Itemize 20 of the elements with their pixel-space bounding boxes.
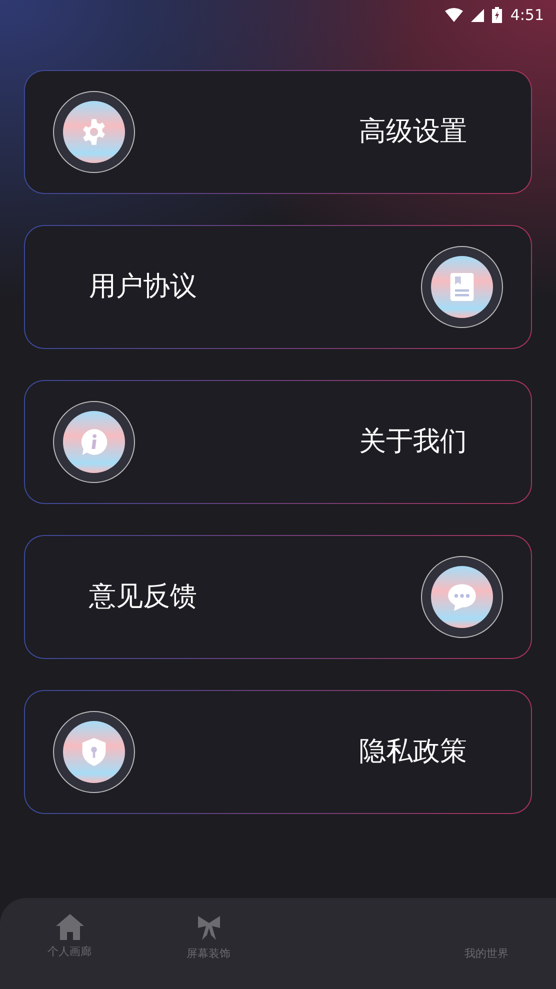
battery-icon xyxy=(492,7,502,23)
shield-icon xyxy=(82,738,106,766)
menu-label: 高级设置 xyxy=(359,114,467,149)
gear-icon xyxy=(80,118,108,146)
menu-label: 关于我们 xyxy=(359,424,467,459)
home-icon xyxy=(56,914,84,940)
signal-icon xyxy=(471,8,484,22)
menu-card[interactable]: 隐私政策 xyxy=(24,690,532,814)
document-icon xyxy=(450,273,474,301)
menu-card[interactable]: 关于我们 xyxy=(24,380,532,504)
info-icon xyxy=(80,428,108,456)
menu-label: 意见反馈 xyxy=(89,580,197,614)
menu-card[interactable]: 用户协议 xyxy=(24,225,532,349)
menu-card[interactable]: 高级设置 xyxy=(24,70,532,194)
menu-label: 用户协议 xyxy=(89,270,197,304)
menu-card[interactable]: 意见反馈 xyxy=(24,535,532,659)
status-time: 4:51 xyxy=(510,4,544,26)
menu-label: 隐私政策 xyxy=(359,734,467,769)
wifi-icon xyxy=(445,8,464,22)
chat-icon xyxy=(447,583,477,611)
